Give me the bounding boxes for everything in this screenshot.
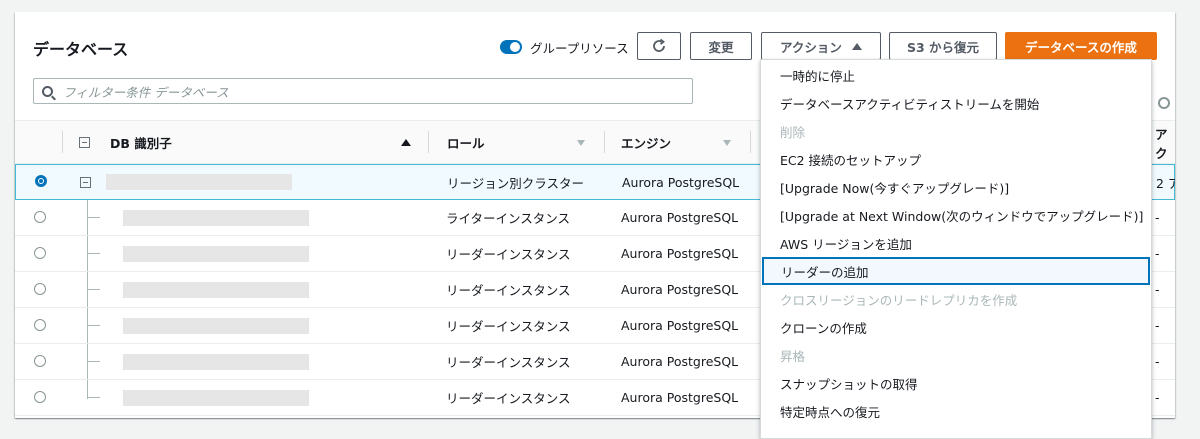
caret-up-icon bbox=[851, 42, 862, 50]
row-activity: - bbox=[1155, 389, 1160, 405]
column-divider bbox=[604, 131, 605, 153]
column-divider bbox=[428, 131, 429, 153]
row-role: リーダーインスタンス bbox=[446, 390, 571, 406]
redacted-identifier[interactable] bbox=[123, 354, 309, 370]
filter-placeholder: フィルター条件 データベース bbox=[63, 84, 229, 100]
redacted-identifier[interactable] bbox=[123, 210, 309, 226]
redacted-identifier[interactable] bbox=[123, 246, 309, 262]
menu-item-add-region[interactable]: AWS リージョンを追加 bbox=[761, 229, 1151, 257]
row-radio-selected[interactable] bbox=[35, 175, 47, 187]
row-activity: - bbox=[1155, 209, 1160, 225]
column-divider bbox=[750, 131, 751, 153]
row-role: リージョン別クラスター bbox=[447, 175, 585, 191]
row-role: リーダーインスタンス bbox=[446, 282, 571, 298]
row-engine: Aurora PostgreSQL bbox=[621, 353, 739, 369]
sort-ascending-icon[interactable] bbox=[401, 139, 411, 146]
actions-label: アクション bbox=[780, 39, 842, 55]
collapse-icon[interactable] bbox=[80, 177, 91, 188]
restore-from-s3-button[interactable]: S3 から復元 bbox=[889, 32, 997, 60]
row-activity: 2 ア bbox=[1156, 175, 1175, 191]
row-engine: Aurora PostgreSQL bbox=[621, 209, 739, 225]
redacted-identifier[interactable] bbox=[123, 318, 309, 334]
row-engine: Aurora PostgreSQL bbox=[622, 174, 740, 190]
menu-item-stop-temporarily[interactable]: 一時的に停止 bbox=[761, 61, 1151, 89]
menu-item-delete: 削除 bbox=[780, 124, 806, 140]
column-db-identifier[interactable]: DB 識別子 bbox=[110, 121, 172, 164]
row-radio[interactable] bbox=[34, 319, 46, 331]
row-role: リーダーインスタンス bbox=[446, 318, 571, 334]
menu-item-start-activity-stream[interactable]: データベースアクティビティストリームを開始 bbox=[761, 89, 1151, 117]
sort-icon[interactable] bbox=[577, 140, 585, 146]
redacted-identifier[interactable] bbox=[106, 174, 292, 190]
refresh-button[interactable] bbox=[637, 32, 681, 60]
column-role[interactable]: ロール bbox=[447, 121, 485, 164]
tree-branch bbox=[88, 361, 100, 362]
redacted-identifier[interactable] bbox=[123, 282, 309, 298]
toggle-switch-icon[interactable] bbox=[500, 40, 522, 54]
menu-item-upgrade-next-window[interactable]: [Upgrade at Next Window(次のウィンドウでアップグレード)… bbox=[761, 201, 1151, 229]
modify-button[interactable]: 変更 bbox=[690, 32, 752, 60]
row-activity: - bbox=[1155, 245, 1160, 261]
refresh-icon bbox=[653, 38, 666, 52]
row-radio[interactable] bbox=[34, 247, 46, 259]
row-radio[interactable] bbox=[34, 283, 46, 295]
row-engine: Aurora PostgreSQL bbox=[621, 245, 739, 261]
menu-item-restore-point-in-time[interactable]: 特定時点への復元 bbox=[761, 397, 1151, 425]
tree-branch bbox=[88, 397, 100, 398]
row-radio[interactable] bbox=[34, 391, 46, 403]
row-radio[interactable] bbox=[34, 355, 46, 367]
collapse-icon bbox=[79, 137, 90, 148]
expand-all-toggle[interactable] bbox=[79, 121, 90, 164]
tree-branch bbox=[88, 217, 100, 218]
row-engine: Aurora PostgreSQL bbox=[621, 281, 739, 297]
menu-item-cross-region-replica: クロスリージョンのリードレプリカを作成 bbox=[780, 292, 1018, 308]
menu-item-promote: 昇格 bbox=[780, 348, 806, 364]
row-engine: Aurora PostgreSQL bbox=[621, 317, 739, 333]
row-activity: - bbox=[1155, 281, 1160, 297]
column-divider bbox=[62, 131, 63, 153]
row-activity: - bbox=[1155, 317, 1160, 333]
actions-dropdown-menu: 一時的に停止 データベースアクティビティストリームを開始 削除 EC2 接続のセ… bbox=[760, 59, 1152, 439]
search-icon bbox=[42, 85, 53, 97]
filter-input[interactable]: フィルター条件 データベース bbox=[33, 78, 693, 104]
row-activity: - bbox=[1155, 353, 1160, 369]
row-role: ライターインスタンス bbox=[446, 210, 571, 226]
tree-branch bbox=[88, 253, 100, 254]
column-activity[interactable]: アク bbox=[1155, 121, 1175, 164]
row-engine: Aurora PostgreSQL bbox=[621, 389, 739, 405]
row-role: リーダーインスタンス bbox=[446, 354, 571, 370]
tree-branch bbox=[88, 325, 100, 326]
column-engine[interactable]: エンジン bbox=[621, 121, 671, 164]
menu-item-take-snapshot[interactable]: スナップショットの取得 bbox=[761, 369, 1151, 397]
menu-item-add-reader[interactable]: リーダーの追加 bbox=[762, 257, 1150, 285]
row-role: リーダーインスタンス bbox=[446, 246, 571, 262]
group-resources-label: グループリソース bbox=[530, 40, 629, 56]
page-title: データベース bbox=[33, 40, 129, 59]
menu-item-create-clone[interactable]: クローンの作成 bbox=[761, 313, 1151, 341]
menu-item-ec2-connection-setup[interactable]: EC2 接続のセットアップ bbox=[761, 145, 1151, 173]
group-resources-toggle[interactable]: グループリソース bbox=[500, 38, 629, 56]
redacted-identifier[interactable] bbox=[123, 390, 309, 406]
menu-item-upgrade-now[interactable]: [Upgrade Now(今すぐアップグレード)] bbox=[761, 173, 1151, 201]
settings-gear-icon[interactable] bbox=[1158, 97, 1170, 109]
create-database-button[interactable]: データベースの作成 bbox=[1005, 32, 1157, 60]
row-radio[interactable] bbox=[34, 211, 46, 223]
actions-button[interactable]: アクション bbox=[761, 32, 881, 60]
sort-icon[interactable] bbox=[723, 140, 731, 146]
tree-branch bbox=[88, 289, 100, 290]
